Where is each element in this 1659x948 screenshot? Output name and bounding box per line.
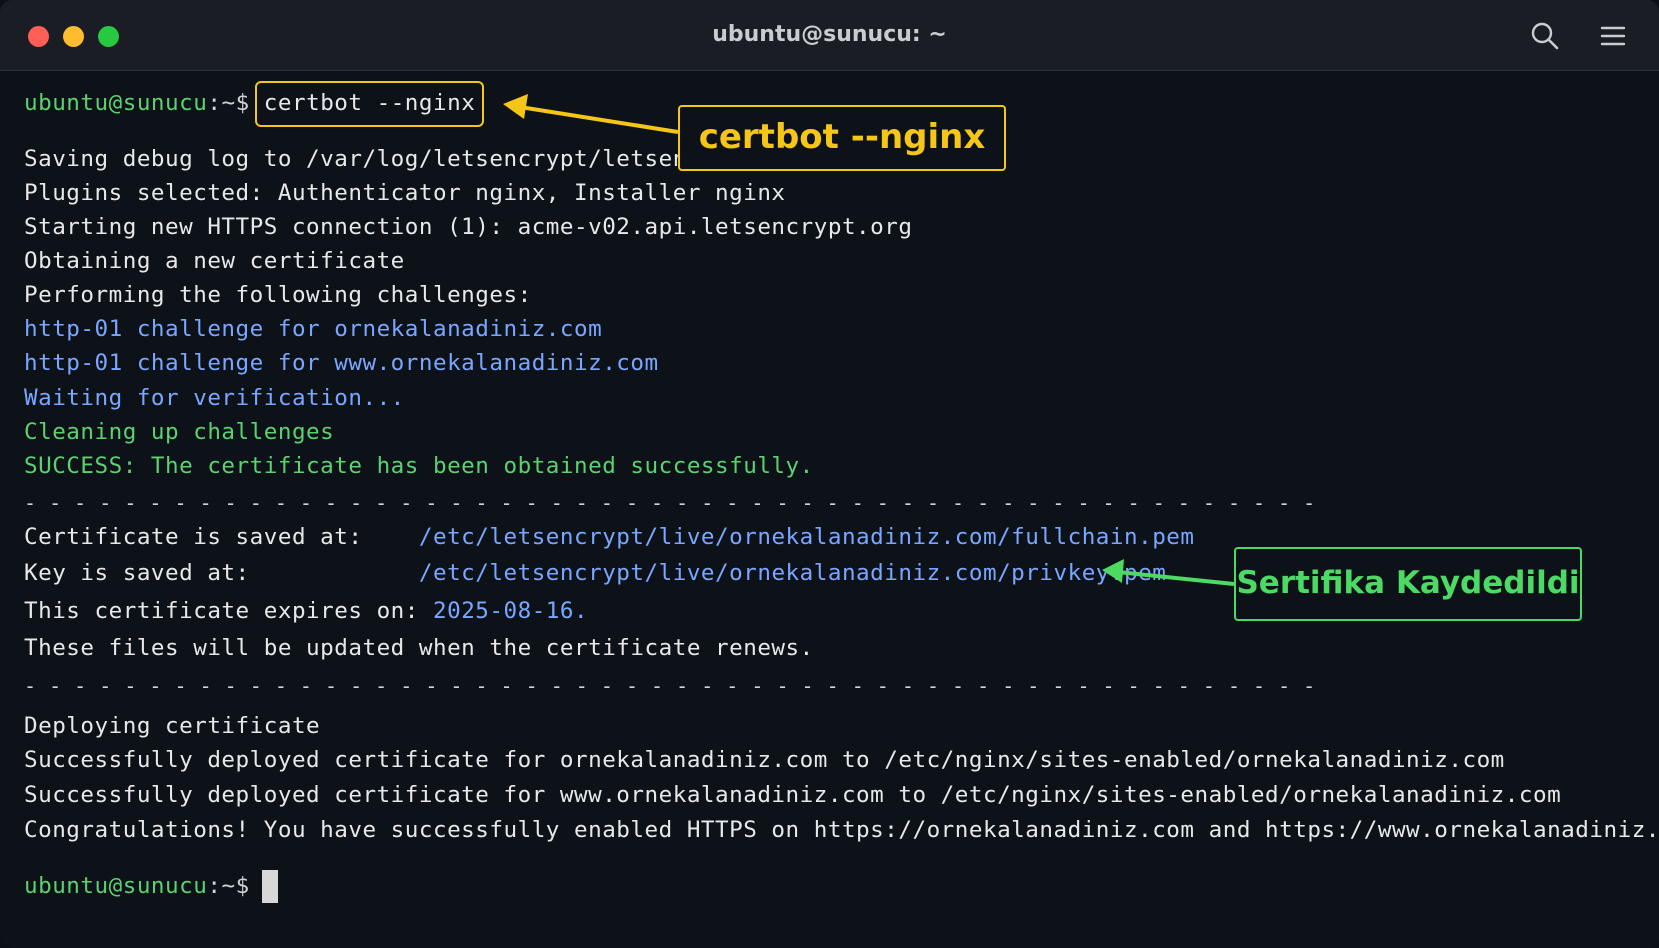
prompt-path: ~ (221, 873, 236, 899)
command-arrow-head (503, 94, 528, 119)
challenge-line: http-01 challenge for ornekalanadiniz.co… (24, 316, 603, 342)
menu-icon[interactable] (1597, 20, 1629, 52)
prompt-symbol: $ (235, 90, 250, 116)
key-path-line: Key is saved at: /etc/letsencrypt/live/o… (24, 558, 1166, 588)
key-label: Key is saved at: (24, 560, 419, 586)
expiry-label: This certificate expires on: (24, 598, 433, 624)
window-title: ubuntu@sunucu: ~ (712, 22, 947, 47)
deploying-line: Deploying certificate (24, 713, 321, 739)
verification-line: Waiting for verification... (24, 385, 405, 411)
prompt-line: ubuntu@sunucu:~$ (24, 871, 250, 901)
output-line: Obtaining a new certificate (24, 248, 405, 274)
title-bar: ubuntu@sunucu: ~ (0, 0, 1659, 71)
cleanup-line: Cleaning up challenges (24, 419, 335, 445)
command-callout: certbot --nginx (678, 105, 1006, 171)
cert-path-line: Certificate is saved at: /etc/letsencryp… (24, 522, 1195, 552)
command-highlight-box (255, 81, 484, 127)
cert-path: /etc/letsencrypt/live/ornekalanadiniz.co… (418, 524, 1195, 550)
terminal-window: ubuntu@sunucu: ~ ubuntu@sunucu:~$ certbo… (0, 0, 1659, 948)
separator-line: - - - - - - - - - - - - - - - - - - - - … (24, 674, 1316, 698)
success-line: SUCCESS: The certificate has been obtain… (24, 453, 814, 479)
search-icon[interactable] (1529, 20, 1561, 52)
command-arrow (519, 105, 679, 134)
terminal-cursor[interactable] (262, 870, 278, 903)
output-line: Saving debug log to /var/log/letsencrypt… (24, 146, 744, 172)
cert-label: Certificate is saved at: (24, 524, 419, 550)
output-line: Plugins selected: Authenticator nginx, I… (24, 180, 786, 206)
deploy-line: Successfully deployed certificate for ww… (24, 782, 1562, 808)
output-line: Starting new HTTPS connection (1): acme-… (24, 214, 913, 240)
prompt-symbol: $ (235, 873, 250, 899)
separator-line: - - - - - - - - - - - - - - - - - - - - … (24, 491, 1316, 515)
renew-line: These files will be updated when the cer… (24, 635, 814, 661)
prompt-separator: : (207, 90, 222, 116)
congrats-line: Congratulations! You have successfully e… (24, 817, 1659, 843)
key-path: /etc/letsencrypt/live/ornekalanadiniz.co… (418, 560, 1167, 586)
deploy-line: Successfully deployed certificate for or… (24, 747, 1505, 773)
challenge-line: http-01 challenge for www.ornekalanadini… (24, 350, 659, 376)
output-line: Performing the following challenges: (24, 282, 532, 308)
prompt-user-host: ubuntu@sunucu (24, 90, 208, 116)
expiry-date: 2025-08-16. (432, 598, 589, 624)
prompt-separator: : (207, 873, 222, 899)
certificate-saved-callout: Sertifika Kaydedildi (1234, 547, 1582, 621)
prompt-user-host: ubuntu@sunucu (24, 873, 208, 899)
expiry-line: This certificate expires on: 2025-08-16. (24, 596, 588, 626)
prompt-path: ~ (221, 90, 236, 116)
